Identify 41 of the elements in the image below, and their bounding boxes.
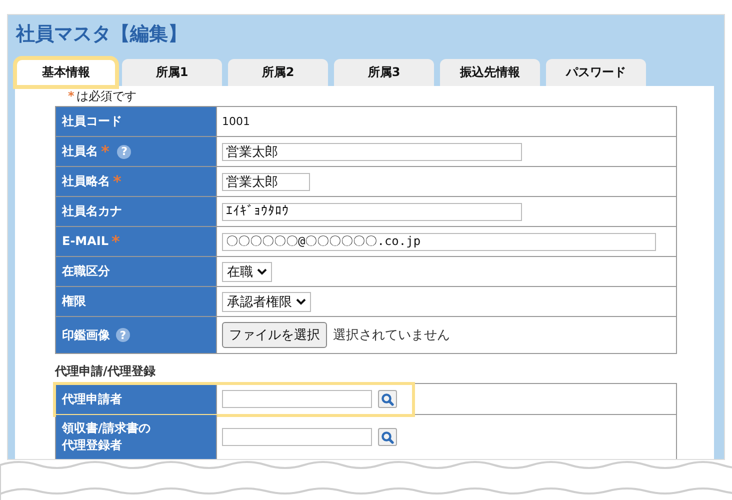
- field-label: 社員コード: [62, 113, 122, 130]
- field-label: 代理登録者: [62, 437, 123, 454]
- field-label: E-MAIL: [62, 233, 109, 250]
- dropdown[interactable]: 在職: [222, 262, 272, 282]
- tab[interactable]: 所属1: [122, 59, 222, 86]
- field-label: 社員名カナ: [62, 203, 122, 220]
- field-label: 社員略名: [62, 173, 110, 190]
- search-button[interactable]: [378, 390, 397, 408]
- input-field[interactable]: ｴｲｷﾞｮｳﾀﾛｳ: [222, 202, 522, 220]
- tab[interactable]: 振込先情報: [440, 59, 540, 86]
- field-label: 代理申請者: [62, 390, 122, 408]
- field-label: 印鑑画像: [62, 326, 110, 344]
- dropdown[interactable]: 承認者権限: [222, 292, 311, 312]
- required-mark: *: [101, 142, 110, 161]
- section-heading: 代理申請/代理登録: [55, 363, 156, 380]
- tab[interactable]: 基本情報: [16, 59, 116, 86]
- input-field[interactable]: [222, 390, 372, 408]
- field-label: 権限: [62, 293, 86, 310]
- input-field[interactable]: 〇〇〇〇〇〇@〇〇〇〇〇〇.co.jp: [222, 232, 656, 250]
- field-label: 領収書/請求書の: [62, 420, 150, 437]
- tab[interactable]: 所属3: [334, 59, 434, 86]
- required-mark: *: [68, 89, 74, 103]
- search-button[interactable]: [378, 428, 397, 446]
- input-field[interactable]: 営業太郎: [222, 142, 522, 160]
- page-title: 社員マスタ【編集】: [14, 22, 188, 47]
- field-label: 社員名: [62, 143, 98, 160]
- search-icon: [381, 392, 394, 406]
- required-mark: *: [113, 172, 122, 191]
- input-field[interactable]: [222, 428, 372, 446]
- file-status: 選択されていません: [333, 327, 450, 344]
- field-value: 1001: [222, 115, 250, 128]
- search-icon: [381, 430, 394, 444]
- tab[interactable]: パスワード: [546, 59, 646, 86]
- chevron-down-icon: [257, 268, 267, 275]
- chevron-down-icon: [296, 298, 306, 305]
- tab[interactable]: 所属2: [228, 59, 328, 86]
- input-field[interactable]: 営業太郎: [222, 172, 310, 190]
- choose-file-button[interactable]: ファイルを選択: [222, 322, 327, 348]
- field-label: 在職区分: [62, 263, 110, 280]
- required-mark: *: [112, 232, 120, 251]
- required-note: は必須です: [76, 89, 136, 103]
